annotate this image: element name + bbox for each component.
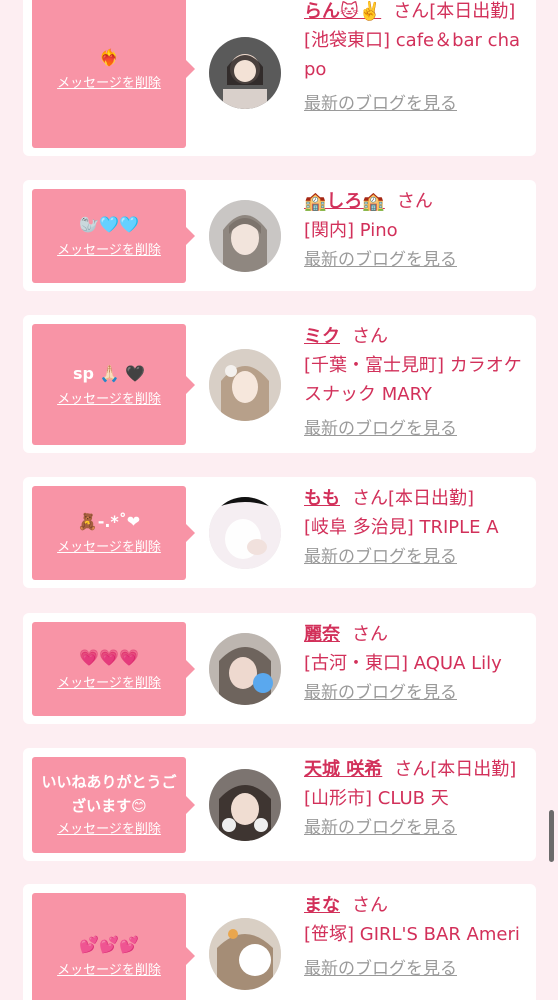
san-label: さん <box>352 488 388 509</box>
shop-name: [笹塚] GIRL'S BAR Ameri <box>304 924 520 945</box>
blog-link[interactable]: 最新のブログを見る <box>304 814 457 843</box>
message-bubble: sp 🙏🏻 🖤 メッセージを削除 <box>32 324 195 445</box>
delete-message-button[interactable]: メッセージを削除 <box>57 390 161 410</box>
avatar[interactable] <box>209 769 281 841</box>
avatar[interactable] <box>209 37 281 109</box>
message-text: 💗💗💗 <box>79 648 139 667</box>
blog-link[interactable]: 最新のブログを見る <box>304 543 457 572</box>
delete-message-button[interactable]: メッセージを削除 <box>57 820 161 840</box>
shop-name: [関内] Pino <box>304 220 398 241</box>
blog-link[interactable]: 最新のブログを見る <box>304 955 457 984</box>
list-item: 💗💗💗 メッセージを削除 麗奈 さん [古河・東口] AQUA Lily 最新のブ… <box>23 613 536 724</box>
cast-name-link[interactable]: もも <box>304 488 340 509</box>
delete-message-button[interactable]: メッセージを削除 <box>57 674 161 694</box>
cast-info: らん🐱✌️ さん[本日出勤] [池袋東口] cafe＆bar chapo 最新のブ… <box>304 0 530 119</box>
san-label: さん <box>352 895 388 916</box>
cast-info: ミク さん [千葉・富士見町] カラオケスナック MARY 最新のブログを見る <box>304 322 530 444</box>
shop-name: [山形市] CLUB 天 <box>304 788 449 809</box>
cast-name-link[interactable]: まな <box>304 895 340 916</box>
avatar[interactable] <box>209 497 281 569</box>
cast-info: まな さん [笹塚] GIRL'S BAR Ameri 最新のブログを見る <box>304 891 530 984</box>
cast-info: 🏫しろ🏫 さん [関内] Pino 最新のブログを見る <box>304 187 530 275</box>
message-bubble: 🦭🩵🩵 メッセージを削除 <box>32 189 195 283</box>
blog-link[interactable]: 最新のブログを見る <box>304 679 457 708</box>
status-badge: [本日出勤] <box>430 759 517 780</box>
message-text: 💕💕💕 <box>79 934 139 954</box>
san-label: さん <box>396 191 433 212</box>
shop-name: [古河・東口] AQUA Lily <box>304 653 502 674</box>
cast-name-link[interactable]: ミク <box>304 326 340 347</box>
list-item: sp 🙏🏻 🖤 メッセージを削除 ミク さん [千葉・富士見町] カラオケスナック… <box>23 315 536 453</box>
delete-message-button[interactable]: メッセージを削除 <box>57 961 161 981</box>
shop-name: [池袋東口] cafe＆bar chapo <box>304 30 521 80</box>
cast-name-link[interactable]: 麗奈 <box>304 624 340 645</box>
status-badge: [本日出勤] <box>388 488 475 509</box>
list-item: いいねありがとうございます😊 メッセージを削除 天城 咲希 さん[本日出勤] [山… <box>23 748 536 861</box>
avatar[interactable] <box>209 200 281 272</box>
list-item: ❤️‍🔥 メッセージを削除 らん🐱✌️ さん[本日出勤] [池袋東口] cafe＆… <box>23 0 536 156</box>
message-text: 🧸-.*˚❤ <box>77 512 141 531</box>
message-text: ❤️‍🔥 <box>99 48 119 67</box>
avatar[interactable] <box>209 918 281 990</box>
message-bubble: いいねありがとうございます😊 メッセージを削除 <box>32 757 195 853</box>
message-text: sp 🙏🏻 🖤 <box>73 363 145 383</box>
cast-name-link[interactable]: らん🐱✌️ <box>304 1 381 22</box>
list-item: 💕💕💕 メッセージを削除 まな さん [笹塚] GIRL'S BAR Ameri … <box>23 884 536 1000</box>
message-bubble: 💗💗💗 メッセージを削除 <box>32 622 195 716</box>
delete-message-button[interactable]: メッセージを削除 <box>57 74 161 94</box>
message-text: いいねありがとうございます😊 <box>41 773 177 815</box>
message-bubble: 💕💕💕 メッセージを削除 <box>32 893 195 1000</box>
blog-link[interactable]: 最新のブログを見る <box>304 246 457 275</box>
san-label: さん <box>352 326 388 347</box>
avatar[interactable] <box>209 349 281 421</box>
shop-name: [千葉・富士見町] カラオケスナック MARY <box>304 355 522 405</box>
cast-info: 麗奈 さん [古河・東口] AQUA Lily 最新のブログを見る <box>304 620 530 708</box>
san-label: さん <box>394 759 431 780</box>
list-item: 🧸-.*˚❤ メッセージを削除 もも さん[本日出勤] [岐阜 多治見] TRIP… <box>23 477 536 588</box>
avatar[interactable] <box>209 633 281 705</box>
message-text: 🦭🩵🩵 <box>79 215 139 234</box>
blog-link[interactable]: 最新のブログを見る <box>304 90 457 119</box>
cast-info: もも さん[本日出勤] [岐阜 多治見] TRIPLE A 最新のブログを見る <box>304 484 530 572</box>
san-label: さん <box>393 1 430 22</box>
cast-info: 天城 咲希 さん[本日出勤] [山形市] CLUB 天 最新のブログを見る <box>304 755 530 843</box>
list-item: 🦭🩵🩵 メッセージを削除 🏫しろ🏫 さん [関内] Pino 最新のブログを見る <box>23 180 536 291</box>
cast-name-link[interactable]: 天城 咲希 <box>304 759 382 780</box>
san-label: さん <box>352 624 388 645</box>
blog-link[interactable]: 最新のブログを見る <box>304 415 457 444</box>
delete-message-button[interactable]: メッセージを削除 <box>57 241 161 261</box>
delete-message-button[interactable]: メッセージを削除 <box>57 538 161 558</box>
cast-name-link[interactable]: 🏫しろ🏫 <box>304 191 385 212</box>
shop-name: [岐阜 多治見] TRIPLE A <box>304 517 499 538</box>
message-bubble: 🧸-.*˚❤ メッセージを削除 <box>32 486 195 580</box>
message-bubble: ❤️‍🔥 メッセージを削除 <box>32 0 195 148</box>
scrollbar[interactable] <box>549 810 554 862</box>
status-badge: [本日出勤] <box>429 1 516 22</box>
